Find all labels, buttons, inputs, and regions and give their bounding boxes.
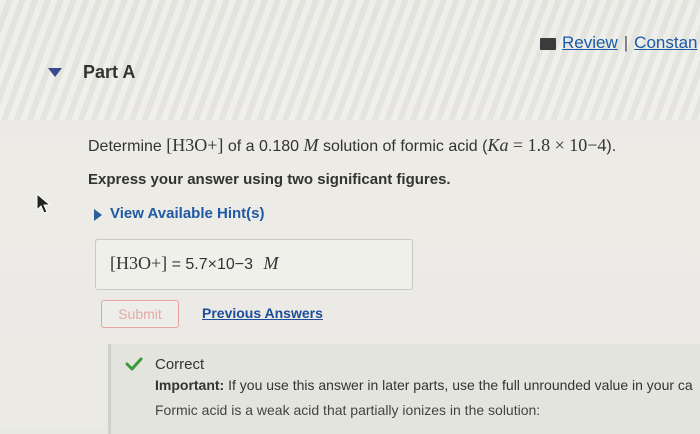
submit-button[interactable]: Submit bbox=[101, 300, 179, 328]
constants-link[interactable]: Constan bbox=[634, 33, 697, 52]
mouse-pointer-icon bbox=[36, 193, 52, 214]
feedback-title: Correct bbox=[155, 356, 205, 373]
answer-unit: M bbox=[263, 253, 279, 273]
question-mid2: solution of formic acid ( bbox=[322, 138, 488, 155]
part-title: Part A bbox=[83, 62, 136, 82]
question-unit: M bbox=[303, 135, 319, 155]
ka-value: = 1.8 × 10−4 bbox=[512, 135, 607, 155]
answer-value: 5.7×10−3 bbox=[185, 256, 254, 273]
answer-field[interactable]: [H3O+] = 5.7×10−3 M bbox=[95, 239, 413, 290]
answer-lhs: [H3O+] bbox=[110, 253, 168, 273]
view-hints-link[interactable]: View Available Hint(s) bbox=[110, 205, 265, 222]
ka-symbol: Ka bbox=[487, 135, 509, 155]
review-link[interactable]: Review bbox=[562, 33, 618, 52]
question-mid1: of a 0.180 bbox=[227, 138, 300, 155]
instruction-text: Express your answer using two significan… bbox=[88, 171, 451, 188]
feedback-panel: Correct Important: If you use this answe… bbox=[108, 344, 700, 434]
feedback-important: Important: If you use this answer in lat… bbox=[155, 377, 693, 393]
important-label: Important: bbox=[155, 377, 225, 393]
review-constants-links: Review | Constan bbox=[540, 33, 698, 53]
hint-caret-icon[interactable] bbox=[94, 209, 102, 221]
book-icon bbox=[540, 37, 556, 50]
feedback-body: Formic acid is a weak acid that partiall… bbox=[155, 402, 541, 418]
question-suffix: ). bbox=[606, 138, 617, 155]
answer-equals: = bbox=[171, 256, 181, 273]
collapse-caret-icon[interactable] bbox=[48, 68, 62, 77]
background-texture bbox=[0, 0, 700, 120]
important-text: If you use this answer in later parts, u… bbox=[224, 377, 693, 393]
previous-answers-link[interactable]: Previous Answers bbox=[202, 305, 323, 321]
question-text: Determine [H3O+] of a 0.180 M solution o… bbox=[88, 135, 616, 156]
question-prefix: Determine bbox=[88, 138, 162, 155]
link-separator: | bbox=[623, 33, 629, 52]
question-species: [H3O+] bbox=[166, 135, 224, 155]
answer-expression: [H3O+] = 5.7×10−3 M bbox=[110, 253, 278, 274]
checkmark-icon bbox=[125, 357, 143, 371]
